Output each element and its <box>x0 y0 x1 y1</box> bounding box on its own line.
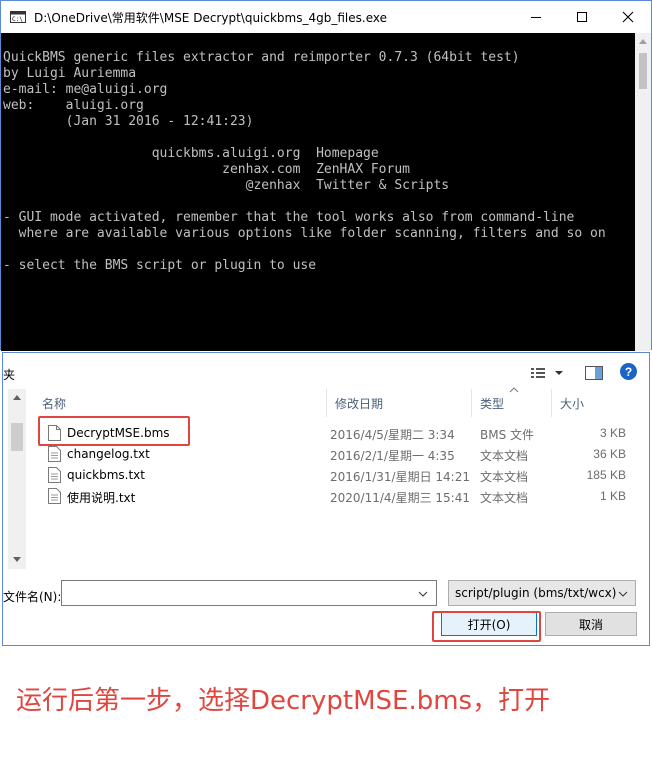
chevron-down-icon <box>618 591 628 597</box>
text-file-icon <box>48 467 61 483</box>
minimize-button[interactable] <box>513 1 559 33</box>
console-scrollbar[interactable] <box>635 33 651 351</box>
file-date: 2016/1/31/星期日 14:21 <box>330 470 470 484</box>
console-app-icon: C:\ <box>10 11 26 23</box>
console-output-area: QuickBMS generic files extractor and rei… <box>1 33 635 351</box>
console-scroll-thumb[interactable] <box>639 53 647 89</box>
chevron-down-icon[interactable] <box>418 591 428 597</box>
filename-input[interactable] <box>61 580 437 606</box>
instruction-caption: 运行后第一步，选择DecryptMSE.bms，打开 <box>16 686 551 716</box>
column-header-type[interactable]: 类型 <box>472 389 552 417</box>
console-output-text: QuickBMS generic files extractor and rei… <box>3 50 606 273</box>
file-type: 文本文档 <box>480 470 529 484</box>
file-row[interactable]: 使用说明.txt 2020/11/4/星期三 15:41 文本文档 1 KB <box>36 486 636 507</box>
file-list-scrollbar[interactable] <box>8 389 26 569</box>
file-list-scroll-thumb[interactable] <box>11 423 23 451</box>
file-name: changelog.txt <box>67 447 150 461</box>
file-row[interactable]: changelog.txt 2016/2/1/星期一 4:35 文本文档 36 … <box>36 444 636 465</box>
open-button-highlight-annotation <box>432 611 541 642</box>
file-type-filter-select[interactable]: script/plugin (bms/txt/wcx) <box>448 580 636 606</box>
close-icon <box>622 11 634 23</box>
details-view-icon <box>531 368 545 378</box>
column-header-name[interactable]: 名称 <box>34 389 327 417</box>
maximize-icon <box>577 12 587 22</box>
file-type-filter-value: script/plugin (bms/txt/wcx) <box>455 586 617 600</box>
filename-label: 文件名(N): <box>3 590 62 604</box>
file-size: 36 KB <box>593 447 626 461</box>
file-date: 2016/2/1/星期一 4:35 <box>330 449 455 463</box>
cancel-button[interactable]: 取消 <box>545 612 637 636</box>
file-date: 2020/11/4/星期三 15:41 <box>330 491 470 505</box>
preview-pane-icon <box>585 366 603 380</box>
view-options-button[interactable] <box>530 363 566 383</box>
file-date: 2016/4/5/星期二 3:34 <box>330 428 455 442</box>
text-file-icon <box>48 446 61 462</box>
svg-text:C:\: C:\ <box>12 16 23 23</box>
scroll-down-arrow-icon[interactable] <box>13 557 21 562</box>
help-icon[interactable]: ? <box>620 363 637 380</box>
nav-folder-label[interactable]: 夹 <box>3 366 15 383</box>
close-button[interactable] <box>605 1 651 33</box>
minimize-icon <box>531 17 541 18</box>
scroll-up-arrow-icon[interactable] <box>639 39 647 44</box>
file-size: 1 KB <box>599 489 626 503</box>
file-name: 使用说明.txt <box>67 491 136 505</box>
file-size: 185 KB <box>586 468 626 482</box>
file-type: 文本文档 <box>480 449 529 463</box>
window-title: D:\OneDrive\常用软件\MSE Decrypt\quickbms_4g… <box>34 11 387 25</box>
open-file-dialog: 夹 ? 名称 修改日期 类型 大小 DecryptMSE.bms 2016/4/… <box>2 352 650 646</box>
file-highlight-annotation <box>38 416 190 446</box>
console-window: C:\ D:\OneDrive\常用软件\MSE Decrypt\quickbm… <box>0 0 652 351</box>
file-name: quickbms.txt <box>67 468 145 482</box>
column-header-size[interactable]: 大小 <box>552 389 632 417</box>
chevron-down-icon <box>555 371 563 375</box>
maximize-button[interactable] <box>559 1 605 33</box>
file-size: 3 KB <box>599 426 626 440</box>
text-file-icon <box>48 488 61 504</box>
title-bar: C:\ D:\OneDrive\常用软件\MSE Decrypt\quickbm… <box>1 1 651 33</box>
scroll-up-arrow-icon[interactable] <box>13 395 21 400</box>
file-row[interactable]: quickbms.txt 2016/1/31/星期日 14:21 文本文档 18… <box>36 465 636 486</box>
file-type: 文本文档 <box>480 491 529 505</box>
sort-ascending-icon <box>509 387 519 393</box>
column-header-date[interactable]: 修改日期 <box>327 389 472 417</box>
preview-pane-button[interactable] <box>585 363 603 383</box>
file-type: BMS 文件 <box>480 428 535 442</box>
screenshot-root: C:\ D:\OneDrive\常用软件\MSE Decrypt\quickbm… <box>0 0 652 766</box>
